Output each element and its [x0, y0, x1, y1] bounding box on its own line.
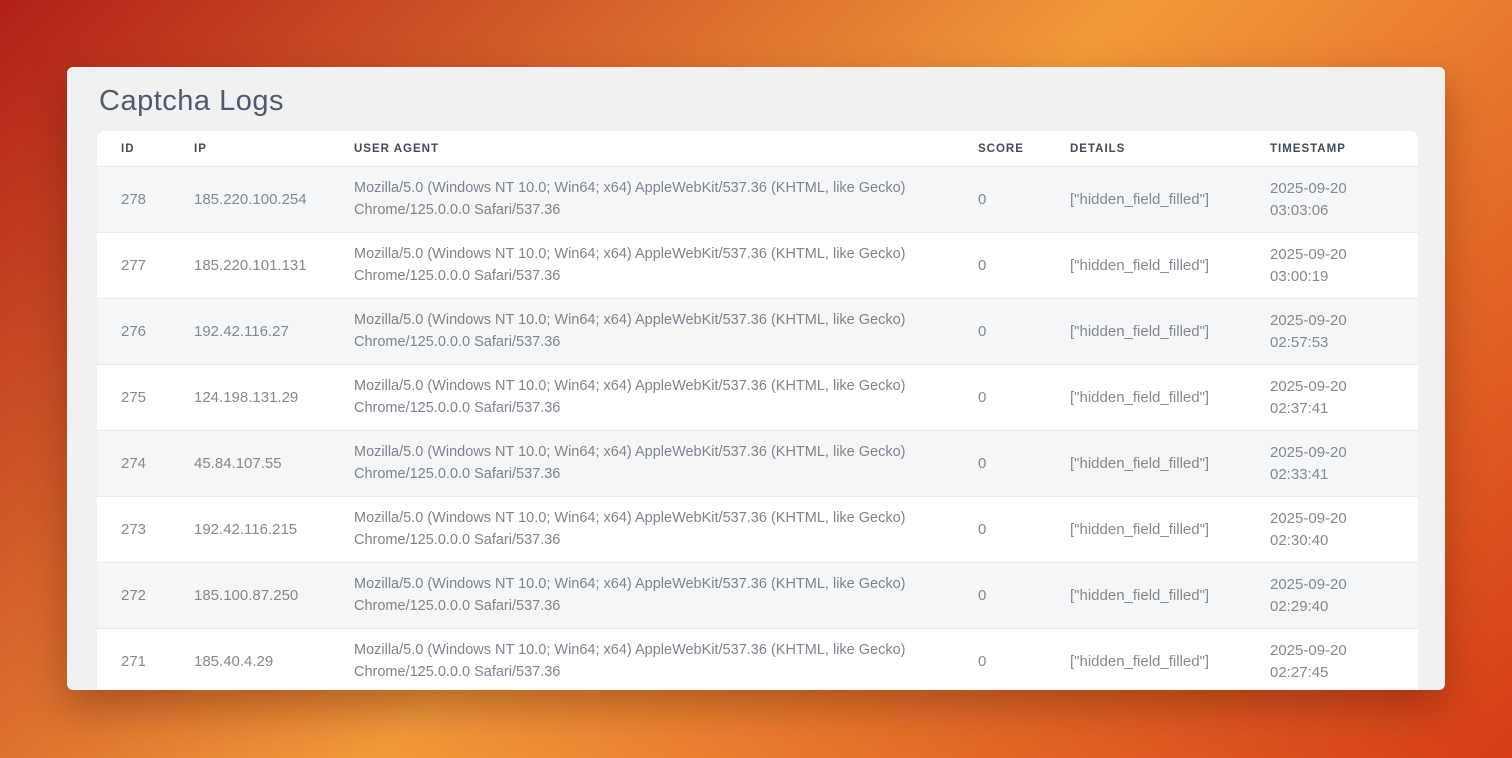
table-row: 273192.42.116.215Mozilla/5.0 (Windows NT…	[97, 497, 1418, 563]
cell-score: 0	[954, 431, 1046, 497]
cell-score: 0	[954, 365, 1046, 431]
captcha-logs-table: ID IP USER AGENT SCORE DETAILS TIMESTAMP…	[97, 131, 1418, 690]
table-row: 275124.198.131.29Mozilla/5.0 (Windows NT…	[97, 365, 1418, 431]
cell-details: ["hidden_field_filled"]	[1046, 365, 1246, 431]
cell-timestamp: 2025-09-20 02:30:40	[1246, 497, 1418, 563]
logs-table-container[interactable]: ID IP USER AGENT SCORE DETAILS TIMESTAMP…	[97, 131, 1418, 690]
cell-timestamp: 2025-09-20 02:57:53	[1246, 299, 1418, 365]
table-row: 276192.42.116.27Mozilla/5.0 (Windows NT …	[97, 299, 1418, 365]
cell-timestamp: 2025-09-20 03:00:19	[1246, 233, 1418, 299]
cell-score: 0	[954, 233, 1046, 299]
table-row: 272185.100.87.250Mozilla/5.0 (Windows NT…	[97, 563, 1418, 629]
column-header-ip: IP	[170, 131, 330, 167]
cell-ip: 124.198.131.29	[170, 365, 330, 431]
column-header-user-agent: USER AGENT	[330, 131, 954, 167]
page-title: Captcha Logs	[97, 67, 1418, 131]
cell-timestamp: 2025-09-20 02:33:41	[1246, 431, 1418, 497]
cell-score: 0	[954, 167, 1046, 233]
cell-id: 273	[97, 497, 170, 563]
cell-score: 0	[954, 563, 1046, 629]
cell-id: 275	[97, 365, 170, 431]
cell-ip: 192.42.116.215	[170, 497, 330, 563]
cell-details: ["hidden_field_filled"]	[1046, 629, 1246, 691]
cell-user-agent: Mozilla/5.0 (Windows NT 10.0; Win64; x64…	[330, 233, 954, 299]
cell-details: ["hidden_field_filled"]	[1046, 563, 1246, 629]
cell-ip: 192.42.116.27	[170, 299, 330, 365]
cell-ip: 185.40.4.29	[170, 629, 330, 691]
table-header-row: ID IP USER AGENT SCORE DETAILS TIMESTAMP	[97, 131, 1418, 167]
cell-timestamp: 2025-09-20 02:27:45	[1246, 629, 1418, 691]
cell-details: ["hidden_field_filled"]	[1046, 299, 1246, 365]
cell-timestamp: 2025-09-20 02:37:41	[1246, 365, 1418, 431]
table-row: 278185.220.100.254Mozilla/5.0 (Windows N…	[97, 167, 1418, 233]
cell-user-agent: Mozilla/5.0 (Windows NT 10.0; Win64; x64…	[330, 629, 954, 691]
cell-details: ["hidden_field_filled"]	[1046, 431, 1246, 497]
table-row: 27445.84.107.55Mozilla/5.0 (Windows NT 1…	[97, 431, 1418, 497]
cell-details: ["hidden_field_filled"]	[1046, 233, 1246, 299]
cell-user-agent: Mozilla/5.0 (Windows NT 10.0; Win64; x64…	[330, 365, 954, 431]
column-header-id: ID	[97, 131, 170, 167]
column-header-score: SCORE	[954, 131, 1046, 167]
column-header-timestamp: TIMESTAMP	[1246, 131, 1418, 167]
cell-ip: 45.84.107.55	[170, 431, 330, 497]
cell-id: 271	[97, 629, 170, 691]
cell-user-agent: Mozilla/5.0 (Windows NT 10.0; Win64; x64…	[330, 299, 954, 365]
table-row: 271185.40.4.29Mozilla/5.0 (Windows NT 10…	[97, 629, 1418, 691]
cell-timestamp: 2025-09-20 03:03:06	[1246, 167, 1418, 233]
column-header-details: DETAILS	[1046, 131, 1246, 167]
cell-id: 274	[97, 431, 170, 497]
cell-user-agent: Mozilla/5.0 (Windows NT 10.0; Win64; x64…	[330, 431, 954, 497]
cell-id: 278	[97, 167, 170, 233]
table-row: 277185.220.101.131Mozilla/5.0 (Windows N…	[97, 233, 1418, 299]
cell-score: 0	[954, 299, 1046, 365]
cell-ip: 185.220.101.131	[170, 233, 330, 299]
cell-ip: 185.100.87.250	[170, 563, 330, 629]
cell-details: ["hidden_field_filled"]	[1046, 167, 1246, 233]
cell-ip: 185.220.100.254	[170, 167, 330, 233]
cell-score: 0	[954, 629, 1046, 691]
cell-id: 277	[97, 233, 170, 299]
page-background: Captcha Logs ID IP USER AGENT SCORE DETA…	[0, 0, 1512, 758]
cell-user-agent: Mozilla/5.0 (Windows NT 10.0; Win64; x64…	[330, 563, 954, 629]
cell-timestamp: 2025-09-20 02:29:40	[1246, 563, 1418, 629]
cell-score: 0	[954, 497, 1046, 563]
cell-id: 272	[97, 563, 170, 629]
table-body: 278185.220.100.254Mozilla/5.0 (Windows N…	[97, 167, 1418, 691]
cell-id: 276	[97, 299, 170, 365]
cell-user-agent: Mozilla/5.0 (Windows NT 10.0; Win64; x64…	[330, 167, 954, 233]
cell-details: ["hidden_field_filled"]	[1046, 497, 1246, 563]
cell-user-agent: Mozilla/5.0 (Windows NT 10.0; Win64; x64…	[330, 497, 954, 563]
captcha-logs-card: Captcha Logs ID IP USER AGENT SCORE DETA…	[67, 67, 1445, 690]
